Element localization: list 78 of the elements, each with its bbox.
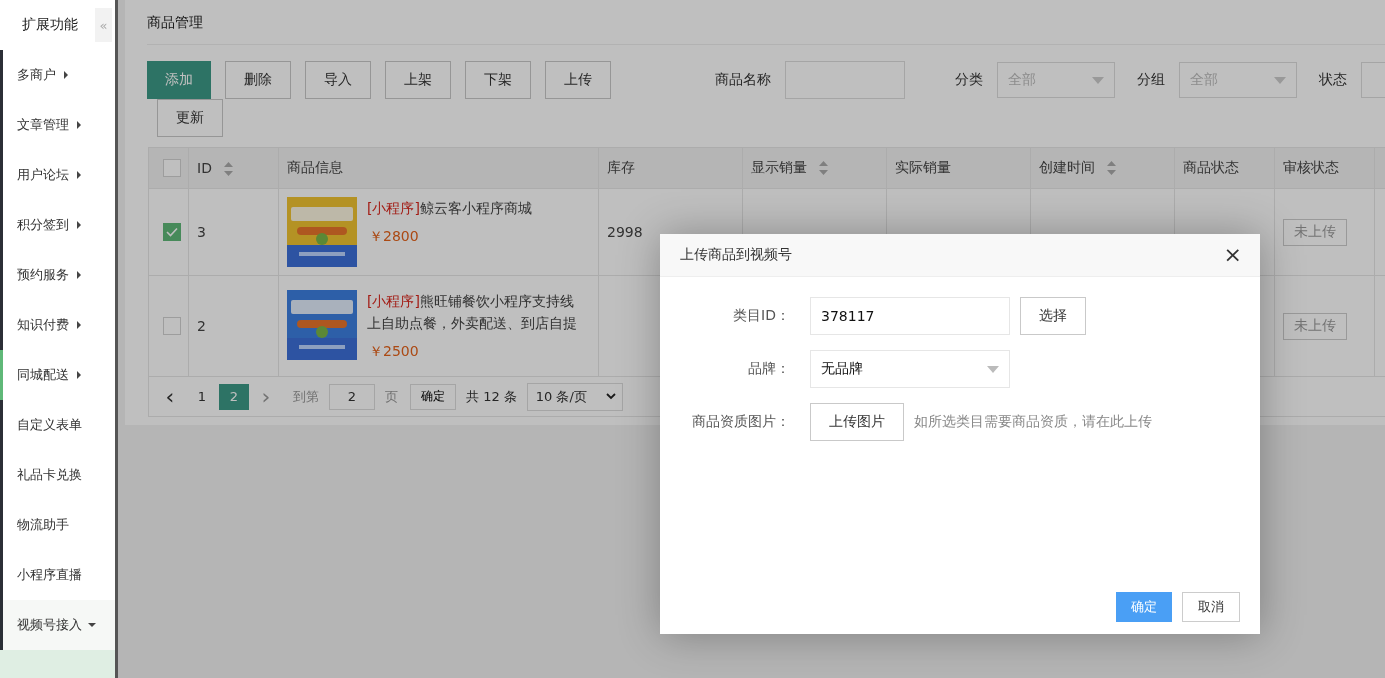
sidebar-item[interactable]: 物流助手 — [0, 500, 115, 550]
sort-icon[interactable] — [224, 162, 234, 176]
column-header: 审核状态 — [1274, 147, 1375, 189]
choose-button[interactable]: 选择 — [1020, 297, 1086, 335]
caret-icon — [88, 621, 96, 629]
column-header: 商品状态 — [1174, 147, 1275, 189]
toolbar-button[interactable]: 上架 — [385, 61, 451, 99]
table-cell: 2 — [197, 318, 206, 334]
caret-icon — [75, 171, 83, 179]
toolbar-button[interactable]: 下架 — [465, 61, 531, 99]
confirm-button[interactable]: 确定 — [410, 383, 456, 410]
row-checkbox[interactable] — [163, 317, 181, 335]
check-icon — [166, 227, 178, 237]
filter-label: 状态 — [1319, 71, 1347, 89]
brand-select[interactable]: 无品牌 — [810, 350, 1010, 388]
sidebar-item[interactable]: 文章管理 — [0, 100, 115, 150]
caret-icon — [75, 321, 83, 329]
select-all-checkbox[interactable] — [163, 159, 181, 177]
sidebar-item[interactable]: 知识付费 — [0, 300, 115, 350]
page-button[interactable]: 1 — [187, 383, 217, 410]
dropdown-icon — [987, 366, 999, 373]
dropdown-icon — [605, 393, 616, 400]
caret-icon — [75, 371, 83, 379]
caret-icon — [75, 271, 83, 279]
page-field[interactable]: 2 — [329, 383, 375, 410]
upload-image-button[interactable]: 上传图片 — [810, 403, 904, 441]
caret-icon — [62, 71, 70, 79]
page-label: 页 — [385, 387, 398, 406]
product-title: [小程序]熊旺铺餐饮小程序支持线上自助点餐，外卖配送、到店自提 — [367, 292, 577, 333]
form-label: 品牌： — [747, 360, 791, 378]
product-price: ￥2800 — [369, 227, 420, 246]
sort-icon[interactable] — [1107, 161, 1117, 175]
sidebar-item[interactable]: 同城配送 — [0, 350, 115, 400]
sidebar-item[interactable]: 视频号接入 — [0, 600, 115, 650]
toolbar-button[interactable]: 上传 — [545, 61, 611, 99]
name-field[interactable] — [785, 61, 905, 99]
hint-text: 如所选类目需要商品资质，请在此上传 — [914, 413, 1152, 431]
category-id-field[interactable]: 378117 — [810, 297, 1010, 335]
table-cell: 3 — [197, 224, 206, 240]
sidebar-item[interactable]: 预约服务 — [0, 250, 115, 300]
filter-label: 商品名称 — [715, 71, 771, 89]
submenu-item[interactable] — [0, 650, 115, 678]
product-price: ￥2500 — [369, 342, 420, 361]
column-header: 商品信息 — [278, 147, 599, 189]
table-cell: 2998 — [607, 224, 643, 240]
filter-label: 分类 — [955, 71, 983, 89]
prev-page-button[interactable]: ‹ — [155, 383, 185, 410]
dialog-title: 上传商品到视频号 — [680, 246, 792, 264]
close-button[interactable]: × — [1219, 244, 1246, 266]
form-label: 类目ID： — [732, 307, 791, 325]
column-header: 实际销量 — [886, 147, 1031, 189]
sidebar-item[interactable]: 积分签到 — [0, 200, 115, 250]
column-header: ID — [188, 147, 279, 189]
toolbar-button[interactable]: 删除 — [225, 61, 291, 99]
caret-icon — [75, 121, 83, 129]
filter-label: 分组 — [1137, 71, 1165, 89]
total-count: 共 12 条 — [466, 387, 517, 406]
sidebar-item[interactable]: 自定义表单 — [0, 400, 115, 450]
sidebar-item[interactable]: 多商户 — [0, 50, 115, 100]
row-checkbox[interactable] — [163, 223, 181, 241]
product-title: [小程序]鲸云客小程序商城 — [367, 199, 533, 218]
caret-icon — [75, 221, 83, 229]
page-title: 商品管理 — [147, 0, 1385, 45]
page-size-select[interactable]: 10 条/页 — [526, 382, 623, 411]
sidebar-item[interactable]: 礼品卡兑换 — [0, 450, 115, 500]
column-header: 创建时间 — [1030, 147, 1175, 189]
form-label: 商品资质图片： — [691, 413, 791, 431]
cancel-button[interactable]: 取消 — [1182, 592, 1240, 622]
column-header: 库存 — [598, 147, 743, 189]
sort-icon[interactable] — [819, 161, 829, 175]
sidebar-title: 扩展功能 — [22, 16, 78, 34]
dropdown-icon — [1092, 76, 1104, 84]
toolbar-button[interactable]: 更新 — [157, 99, 223, 137]
column-header: 显示销量 — [742, 147, 887, 189]
dropdown-icon — [1274, 76, 1286, 84]
goto-label: 到第 — [293, 387, 319, 406]
toolbar-button[interactable]: 导入 — [305, 61, 371, 99]
sidebar-item[interactable]: 用户论坛 — [0, 150, 115, 200]
